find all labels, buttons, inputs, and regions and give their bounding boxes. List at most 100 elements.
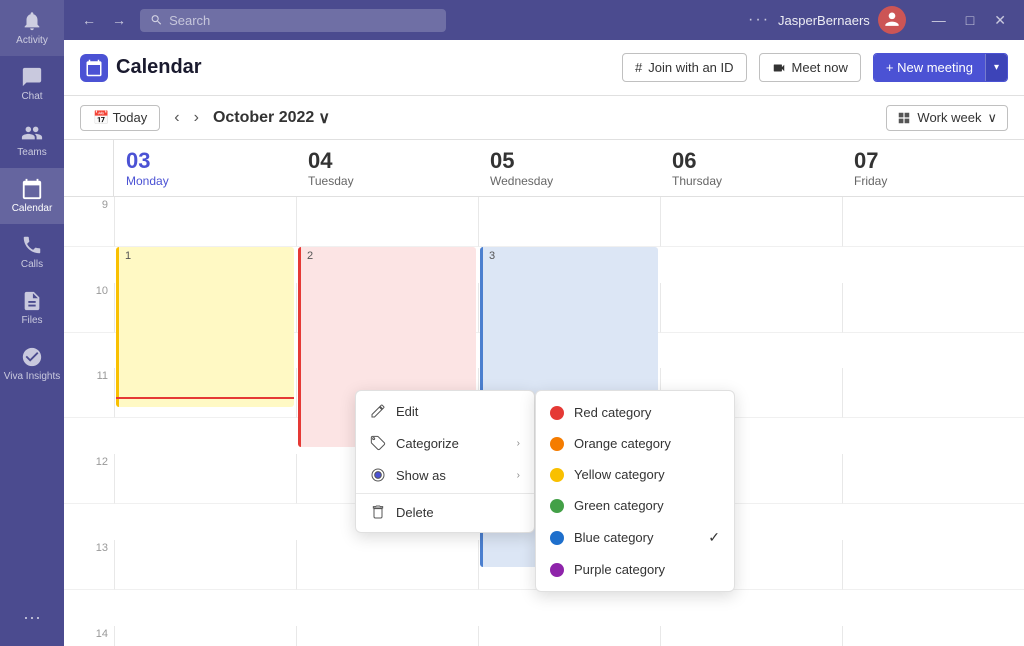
cell-tue-14[interactable] <box>296 626 478 646</box>
teams-icon <box>21 122 43 144</box>
cell-tue-13[interactable] <box>296 540 478 590</box>
cell-mon-9[interactable] <box>114 197 296 247</box>
sidebar-item-activity[interactable]: Activity <box>0 0 64 56</box>
window-controls: — □ ✕ <box>926 10 1012 31</box>
time-12: 12 <box>64 454 114 504</box>
video-icon <box>772 61 786 75</box>
username-label: JasperBernaers <box>778 13 870 28</box>
sidebar-item-insights[interactable]: Viva Insights <box>0 336 64 392</box>
bell-icon <box>21 10 43 32</box>
hash-icon: # <box>635 60 642 75</box>
avatar-icon <box>882 10 902 30</box>
sidebar-item-calendar[interactable]: Calendar <box>0 168 64 224</box>
category-purple[interactable]: Purple category <box>536 554 734 585</box>
category-orange[interactable]: Orange category <box>536 428 734 459</box>
sidebar-label-files: Files <box>21 315 42 326</box>
new-meeting-split-button: + New meeting ▾ <box>873 53 1008 82</box>
sidebar-item-files[interactable]: Files <box>0 280 64 336</box>
new-meeting-button[interactable]: + New meeting <box>874 54 985 81</box>
cell-wed-9[interactable] <box>478 197 660 247</box>
cell-mon-13[interactable] <box>114 540 296 590</box>
category-green[interactable]: Green category <box>536 490 734 521</box>
day-header-tue: 04 Tuesday <box>296 140 478 196</box>
calls-icon <box>21 234 43 256</box>
cell-fri-10[interactable] <box>842 283 1024 333</box>
event-mon-1[interactable]: 1 <box>116 247 294 407</box>
show-as-icon <box>370 467 386 483</box>
new-meeting-dropdown[interactable]: ▾ <box>985 54 1007 81</box>
day-header-fri: 07 Friday <box>842 140 1024 196</box>
insights-icon <box>21 346 43 368</box>
cell-fri-12[interactable] <box>842 454 1024 504</box>
cell-fri-11[interactable] <box>842 368 1024 418</box>
today-button[interactable]: 📅 Today <box>80 105 160 131</box>
calendar-header: Calendar # Join with an ID Meet now + Ne… <box>64 40 1024 96</box>
close-button[interactable]: ✕ <box>988 10 1012 31</box>
sidebar-item-chat[interactable]: Chat <box>0 56 64 112</box>
cell-mon-14[interactable] <box>114 626 296 646</box>
back-button[interactable]: ← <box>76 8 102 32</box>
next-week-button[interactable]: › <box>188 105 205 131</box>
blue-dot <box>550 531 564 545</box>
cell-thu-9[interactable] <box>660 197 842 247</box>
context-menu: Edit Categorize › Show as › Delete <box>355 390 535 533</box>
category-red[interactable]: Red category <box>536 397 734 428</box>
forward-button[interactable]: → <box>106 8 132 32</box>
time-9: 9 <box>64 197 114 247</box>
cell-thu-10[interactable] <box>660 283 842 333</box>
minimize-button[interactable]: — <box>926 10 952 31</box>
cell-mon-12[interactable] <box>114 454 296 504</box>
chat-icon <box>21 66 43 88</box>
meet-now-button[interactable]: Meet now <box>759 53 861 82</box>
time-11: 11 <box>64 368 114 418</box>
sidebar-label-teams: Teams <box>17 147 46 158</box>
view-selector[interactable]: Work week ∨ <box>886 105 1008 131</box>
files-icon <box>21 290 43 312</box>
cell-fri-13[interactable] <box>842 540 1024 590</box>
nav-arrows: ‹ › <box>168 105 205 131</box>
category-yellow[interactable]: Yellow category <box>536 459 734 490</box>
cell-fri-14[interactable] <box>842 626 1024 646</box>
purple-dot <box>550 563 564 577</box>
sidebar-item-calls[interactable]: Calls <box>0 224 64 280</box>
sidebar-label-activity: Activity <box>16 35 48 46</box>
categorize-arrow: › <box>517 438 520 449</box>
category-blue[interactable]: Blue category ✓ <box>536 521 734 554</box>
calendar-app-icon <box>80 54 108 82</box>
context-separator <box>356 493 534 494</box>
cell-tue-9[interactable] <box>296 197 478 247</box>
user-profile[interactable]: JasperBernaers <box>778 6 906 34</box>
tag-icon <box>370 435 386 451</box>
green-dot <box>550 499 564 513</box>
cell-wed-14[interactable] <box>478 626 660 646</box>
maximize-button[interactable]: □ <box>960 10 980 31</box>
blue-check: ✓ <box>708 529 720 546</box>
time-14: 14 <box>64 626 114 646</box>
edit-icon <box>370 403 386 419</box>
calendar-logo-icon <box>85 59 103 77</box>
avatar <box>878 6 906 34</box>
month-picker[interactable]: October 2022 ∨ <box>213 108 330 128</box>
day-header-mon: 03 Monday <box>114 140 296 196</box>
prev-week-button[interactable]: ‹ <box>168 105 185 131</box>
context-show-as[interactable]: Show as › <box>356 459 534 491</box>
search-box[interactable] <box>140 9 446 32</box>
context-edit[interactable]: Edit <box>356 395 534 427</box>
calendar-title-text: Calendar <box>116 56 202 79</box>
cell-fri-9[interactable] <box>842 197 1024 247</box>
show-as-arrow: › <box>517 470 520 481</box>
red-dot <box>550 406 564 420</box>
sidebar-label-calls: Calls <box>21 259 43 270</box>
trash-icon <box>370 504 386 520</box>
context-categorize[interactable]: Categorize › <box>356 427 534 459</box>
join-id-button[interactable]: # Join with an ID <box>622 53 747 82</box>
cell-thu-14[interactable] <box>660 626 842 646</box>
search-input[interactable] <box>169 13 436 28</box>
sidebar-more-button[interactable]: ··· <box>0 599 64 636</box>
sidebar-item-teams[interactable]: Teams <box>0 112 64 168</box>
day-header-thu: 06 Thursday <box>660 140 842 196</box>
context-delete[interactable]: Delete <box>356 496 534 528</box>
topbar-dots[interactable]: ··· <box>748 11 770 29</box>
topbar-nav: ← → <box>76 8 132 32</box>
sidebar-label-insights: Viva Insights <box>4 371 61 382</box>
